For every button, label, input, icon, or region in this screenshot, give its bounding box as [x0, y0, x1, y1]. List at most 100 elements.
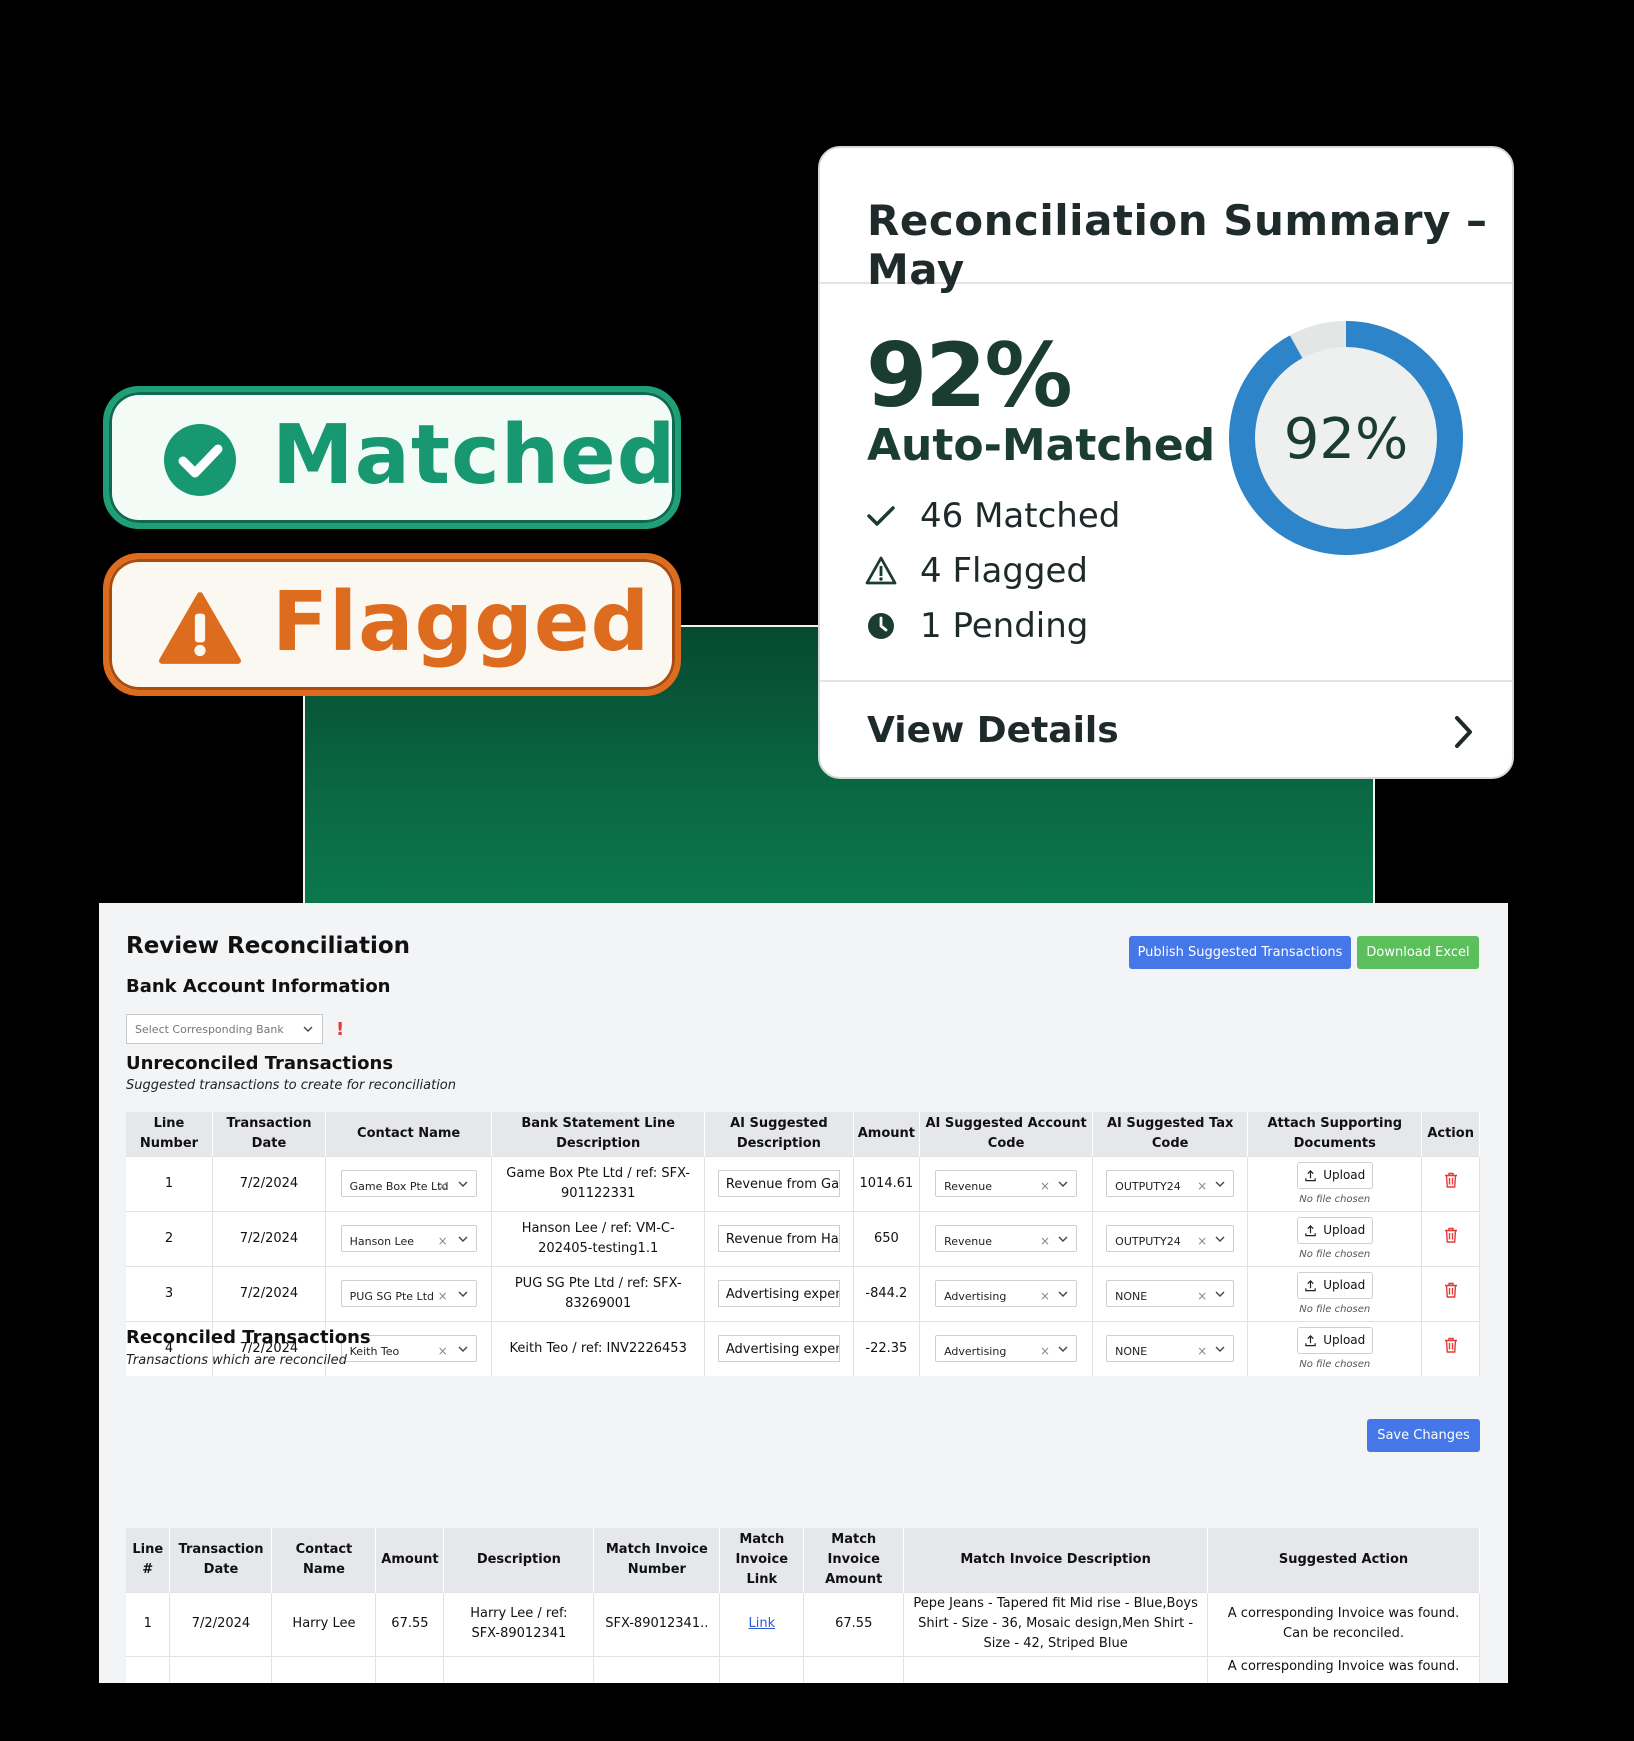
- clear-icon[interactable]: ×: [1040, 1231, 1050, 1251]
- ai-description-cell: Revenue from Game: [704, 1155, 854, 1211]
- tax-code-select[interactable]: NONE ×: [1106, 1335, 1235, 1363]
- bank-select[interactable]: Select Corresponding Bank: [126, 1014, 323, 1044]
- page-title: Review Reconciliation: [126, 933, 411, 959]
- chevron-down-icon: [458, 1346, 468, 1353]
- clear-icon[interactable]: ×: [1197, 1231, 1207, 1251]
- invoice-link-cell: [719, 1655, 805, 1683]
- ai-description-input[interactable]: Revenue from Hanso: [717, 1225, 840, 1252]
- account-code-select[interactable]: Advertising ×: [935, 1335, 1078, 1363]
- transaction-date-cell: 7/2/2024: [212, 1155, 327, 1211]
- contact-select[interactable]: Game Box Pte Ltd ×: [340, 1170, 477, 1197]
- suggested-action-cell: A corresponding Invoice was found. Can b…: [1207, 1591, 1480, 1656]
- upload-button[interactable]: Upload: [1296, 1326, 1373, 1354]
- ai-description-input[interactable]: Revenue from Game: [717, 1170, 840, 1197]
- invoice-description-cell: Pepe Jeans - Tapered fit Mid rise - Blue…: [903, 1591, 1209, 1656]
- clear-icon[interactable]: ×: [438, 1176, 448, 1196]
- action-cell: [1421, 1320, 1480, 1376]
- tax-code-cell: OUTPUTY24 ×: [1092, 1155, 1249, 1211]
- column-header: Match Invoice Link: [719, 1528, 805, 1592]
- table-header-row: Line Number Transaction Date Contact Nam…: [126, 1112, 1480, 1156]
- column-header: Line #: [126, 1528, 171, 1592]
- account-code-value: Revenue: [944, 1180, 992, 1193]
- contact-name-cell: Hanson Lee ×: [325, 1210, 493, 1266]
- no-file-label: No file chosen: [1299, 1303, 1371, 1315]
- contact-name-cell: PUG SG Pte Ltd ×: [325, 1265, 493, 1321]
- transaction-date-cell: 7/2/2024: [212, 1210, 327, 1266]
- invoice-number-cell: [593, 1655, 721, 1683]
- clear-icon[interactable]: ×: [1197, 1176, 1207, 1196]
- upload-button[interactable]: Upload: [1296, 1271, 1373, 1299]
- chevron-down-icon: [1215, 1346, 1225, 1353]
- check-icon: [867, 506, 895, 526]
- upload-button[interactable]: Upload: [1296, 1161, 1373, 1189]
- stat-matched: 46 Matched: [865, 496, 1120, 536]
- save-changes-button[interactable]: Save Changes: [1367, 1419, 1480, 1452]
- clear-icon[interactable]: ×: [1197, 1286, 1207, 1306]
- upload-button[interactable]: Upload: [1296, 1216, 1373, 1244]
- action-cell: [1421, 1155, 1480, 1211]
- tax-code-select[interactable]: OUTPUTY24 ×: [1106, 1225, 1235, 1252]
- ai-description-input[interactable]: Advertising expense: [717, 1280, 840, 1307]
- attach-documents-cell: Upload No file chosen: [1247, 1320, 1423, 1376]
- account-code-select[interactable]: Advertising ×: [935, 1280, 1078, 1307]
- ai-description-cell: Advertising expense: [704, 1265, 854, 1321]
- delete-button[interactable]: [1444, 1282, 1458, 1302]
- tax-code-select[interactable]: OUTPUTY24 ×: [1106, 1170, 1235, 1197]
- column-header: Attach Supporting Documents: [1247, 1112, 1423, 1156]
- invoice-number-cell: SFX-89012341..: [593, 1591, 721, 1656]
- invoice-amount-cell: [803, 1655, 905, 1683]
- canvas: Matched Flagged Reconciliation Summary –…: [0, 0, 1634, 1741]
- table-row: 1 7/2/2024 Harry Lee 67.55 Harry Lee / ref: …: [126, 1591, 1480, 1656]
- invoice-link-cell: Link: [719, 1591, 805, 1656]
- download-excel-button[interactable]: Download Excel: [1357, 936, 1479, 969]
- delete-button[interactable]: [1444, 1172, 1458, 1192]
- bank-select-placeholder: Select Corresponding Bank: [135, 1023, 284, 1036]
- stat-matched-label: 46 Matched: [920, 496, 1121, 536]
- column-header: Action: [1421, 1112, 1480, 1156]
- clear-icon[interactable]: ×: [1040, 1176, 1050, 1196]
- attach-documents-cell: Upload No file chosen: [1247, 1155, 1423, 1211]
- clear-icon[interactable]: ×: [438, 1231, 448, 1251]
- upload-label: Upload: [1323, 1333, 1366, 1348]
- account-code-select[interactable]: Revenue ×: [935, 1170, 1078, 1197]
- contact-select-value: PUG SG Pte Ltd: [349, 1290, 434, 1303]
- column-header: Bank Statement Line Description: [491, 1112, 706, 1156]
- chevron-down-icon: [458, 1236, 468, 1242]
- clear-icon[interactable]: ×: [438, 1286, 448, 1306]
- line-cell: 1: [126, 1591, 171, 1656]
- amount-cell: -844.2: [853, 1265, 921, 1321]
- delete-button[interactable]: [1444, 1227, 1458, 1247]
- tax-code-cell: OUTPUTY24 ×: [1092, 1210, 1249, 1266]
- account-code-value: Revenue: [944, 1235, 992, 1248]
- column-header: AI Suggested Description: [704, 1112, 854, 1156]
- contact-select[interactable]: PUG SG Pte Ltd ×: [340, 1280, 477, 1307]
- trash-icon: [1444, 1282, 1457, 1298]
- contact-select[interactable]: Hanson Lee ×: [340, 1225, 477, 1252]
- delete-button[interactable]: [1444, 1338, 1458, 1357]
- column-header: Contact Name: [271, 1528, 377, 1592]
- column-header: Amount: [853, 1112, 921, 1156]
- action-cell: [1421, 1265, 1480, 1321]
- clear-icon[interactable]: ×: [438, 1341, 448, 1361]
- ai-description-cell: Revenue from Hanso: [704, 1210, 854, 1266]
- line-number-cell: 1: [126, 1155, 213, 1211]
- publish-suggested-transactions-button[interactable]: Publish Suggested Transactions: [1129, 936, 1351, 969]
- clear-icon[interactable]: ×: [1040, 1286, 1050, 1306]
- upload-icon: [1305, 1169, 1316, 1181]
- view-details-link[interactable]: View Details: [820, 680, 1512, 777]
- invoice-link[interactable]: Link: [748, 1616, 775, 1631]
- bank-description-cell: Keith Teo / ref: INV2226453: [491, 1320, 706, 1376]
- tax-code-select[interactable]: NONE ×: [1106, 1280, 1235, 1307]
- description-cell: Harry Lee / ref: SFX-89012341: [443, 1591, 595, 1656]
- account-code-cell: Revenue ×: [919, 1210, 1094, 1266]
- bank-description-cell: Game Box Pte Ltd / ref: SFX-901122331: [491, 1155, 706, 1211]
- clear-icon[interactable]: ×: [1197, 1341, 1207, 1361]
- account-code-value: Advertising: [944, 1345, 1007, 1359]
- clear-icon[interactable]: ×: [1040, 1341, 1050, 1361]
- ai-description-input[interactable]: Advertising expense: [717, 1335, 840, 1363]
- account-code-select[interactable]: Revenue ×: [935, 1225, 1078, 1252]
- reconciled-heading: Reconciled Transactions: [126, 1327, 371, 1348]
- column-header: Suggested Action: [1207, 1528, 1480, 1592]
- upload-label: Upload: [1323, 1168, 1366, 1182]
- flagged-badge: Flagged: [103, 553, 681, 696]
